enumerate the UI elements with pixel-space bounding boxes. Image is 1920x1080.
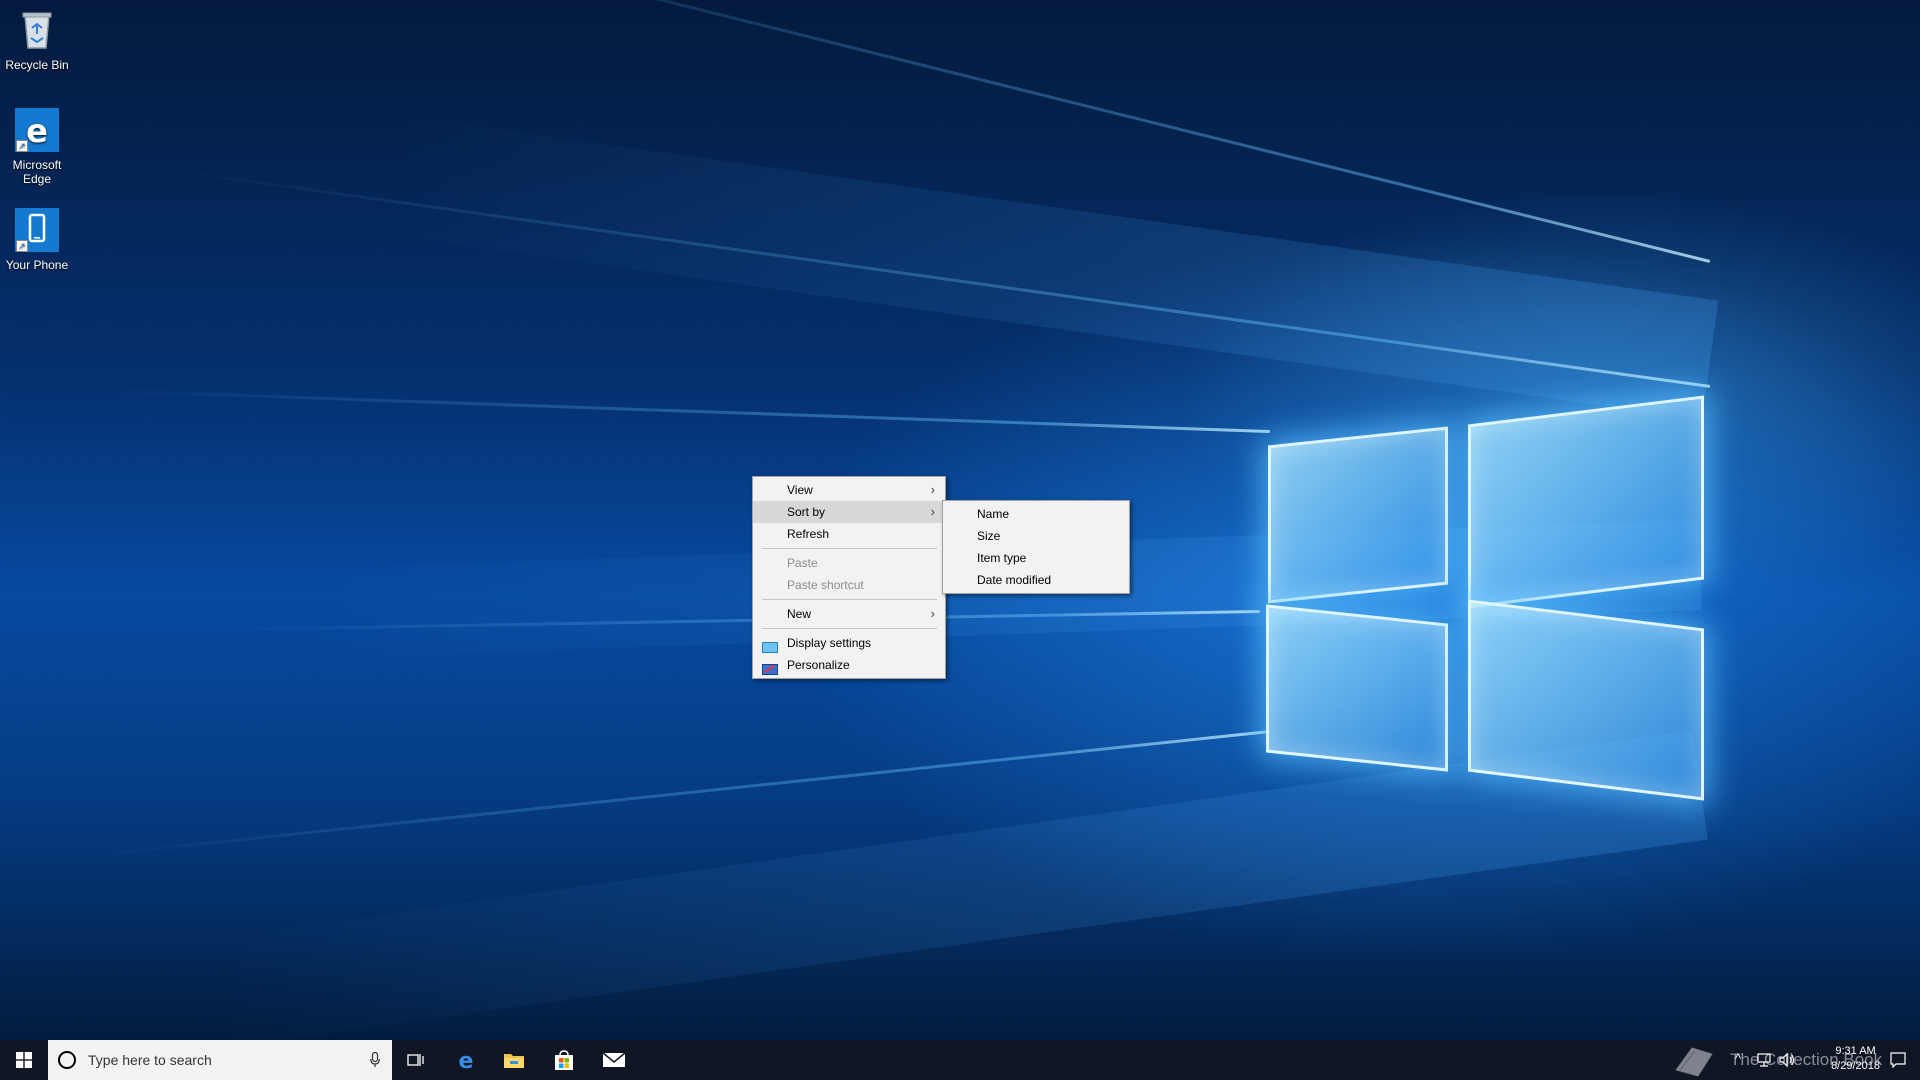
personalize-icon: [762, 660, 778, 675]
microphone-icon[interactable]: [370, 1052, 380, 1068]
windows-start-icon: [16, 1052, 32, 1068]
menu-item-label: Personalize: [787, 658, 850, 672]
taskbar-file-explorer-button[interactable]: [490, 1040, 538, 1080]
desktop-icon-microsoft-edge[interactable]: e ↗ Microsoft Edge: [0, 108, 74, 186]
sort-option-date-modified[interactable]: Date modified: [943, 569, 1129, 591]
your-phone-icon: ↗: [15, 208, 59, 252]
edge-icon: e: [459, 1049, 474, 1072]
search-placeholder: Type here to search: [88, 1052, 212, 1068]
display-settings-icon: [762, 638, 778, 653]
svg-text:e: e: [459, 1049, 474, 1072]
menu-item-label: Paste: [787, 556, 818, 570]
menu-item-paste: Paste: [753, 552, 945, 574]
menu-item-new[interactable]: New ›: [753, 603, 945, 625]
file-explorer-icon: [504, 1054, 524, 1068]
system-tray: ^ 9:31 AM 8/29/2018: [1730, 1040, 1920, 1080]
taskbar-mail-button[interactable]: [590, 1040, 638, 1080]
menu-item-label: Display settings: [787, 636, 872, 650]
taskbar-edge-button[interactable]: e: [442, 1040, 490, 1080]
cortana-icon: [58, 1051, 76, 1069]
chevron-right-icon: ›: [930, 504, 935, 519]
svg-text:e: e: [26, 112, 48, 150]
sort-option-size[interactable]: Size: [943, 525, 1129, 547]
taskbar-store-button[interactable]: [540, 1040, 588, 1080]
show-hidden-icons-chevron-icon[interactable]: ^: [1735, 1051, 1741, 1066]
menu-item-label: Size: [977, 529, 1001, 543]
menu-item-label: New: [787, 607, 812, 621]
clock-time: 9:31 AM: [1835, 1045, 1876, 1057]
sort-option-item-type[interactable]: Item type: [943, 547, 1129, 569]
recycle-bin-icon: [15, 8, 59, 52]
store-icon: [555, 1050, 573, 1070]
menu-item-display-settings[interactable]: Display settings: [753, 632, 945, 654]
menu-separator: [762, 628, 937, 629]
network-icon[interactable]: [1756, 1052, 1772, 1068]
edge-icon: e ↗: [15, 108, 59, 152]
clock-date: 8/29/2018: [1831, 1060, 1880, 1072]
menu-item-refresh[interactable]: Refresh: [753, 523, 945, 545]
desktop-icon-recycle-bin[interactable]: Recycle Bin: [0, 8, 74, 72]
menu-item-label: Name: [977, 507, 1010, 521]
mail-icon: [602, 1052, 626, 1067]
windows-logo: [1262, 380, 1712, 820]
action-center-icon[interactable]: [1890, 1052, 1906, 1068]
menu-item-label: Sort by: [787, 505, 826, 519]
task-view-icon: [407, 1054, 424, 1066]
desktop-icon-label: Microsoft Edge: [12, 158, 62, 186]
menu-item-label: Paste shortcut: [787, 578, 864, 592]
volume-icon[interactable]: [1778, 1052, 1796, 1068]
sort-by-submenu: Name Size Item type Date modified: [942, 500, 1130, 594]
taskbar-search-box[interactable]: Type here to search: [48, 1040, 392, 1080]
start-button[interactable]: [0, 1040, 48, 1080]
task-view-button[interactable]: [392, 1040, 440, 1080]
sort-option-name[interactable]: Name: [943, 503, 1129, 525]
desktop-icon-label: Recycle Bin: [5, 58, 69, 72]
watermark-book-icon: [1668, 1044, 1718, 1080]
menu-item-label: Refresh: [787, 527, 830, 541]
menu-item-label: View: [787, 483, 813, 497]
menu-item-paste-shortcut: Paste shortcut: [753, 574, 945, 596]
menu-item-label: Date modified: [977, 573, 1052, 587]
menu-separator: [762, 599, 937, 600]
menu-item-sort-by[interactable]: Sort by ›: [753, 501, 945, 523]
taskbar: Type here to search e The Collection Boo…: [0, 1040, 1920, 1080]
shortcut-arrow-icon: ↗: [16, 240, 28, 252]
desktop-icon-your-phone[interactable]: ↗ Your Phone: [0, 208, 74, 272]
menu-item-personalize[interactable]: Personalize: [753, 654, 945, 676]
desktop-context-menu: View › Sort by › Refresh Paste Paste sho…: [752, 476, 946, 679]
menu-item-view[interactable]: View ›: [753, 479, 945, 501]
shortcut-arrow-icon: ↗: [16, 140, 28, 152]
chevron-right-icon: ›: [930, 606, 935, 621]
taskbar-clock[interactable]: 9:31 AM 8/29/2018: [1831, 1044, 1880, 1074]
menu-separator: [762, 548, 937, 549]
desktop-icon-label: Your Phone: [5, 258, 69, 272]
chevron-right-icon: ›: [930, 482, 935, 497]
menu-item-label: Item type: [977, 551, 1027, 565]
